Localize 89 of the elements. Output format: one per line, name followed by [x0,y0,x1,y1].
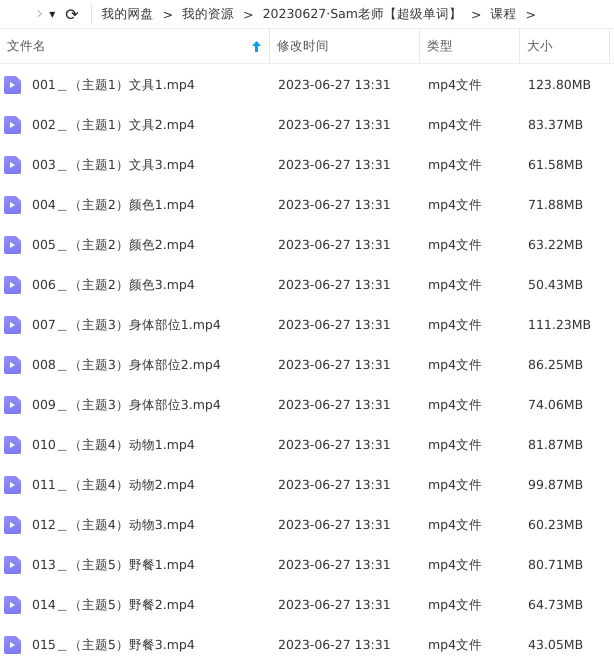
dropdown-icon[interactable]: ▾ [49,7,56,21]
modified-date: 2023-06-27 13:31 [278,557,391,572]
refresh-icon[interactable]: ⟳ [65,4,79,24]
file-name[interactable]: 010＿（主题4）动物1.mp4 [32,436,195,454]
video-file-icon [4,356,21,374]
modified-date: 2023-06-27 13:31 [278,77,391,92]
modified-date: 2023-06-27 13:31 [278,517,391,532]
video-file-icon [4,396,21,414]
column-header[interactable]: 类型 [420,29,520,63]
video-file-icon [4,156,21,174]
file-type: mp4文件 [428,236,482,252]
file-size: 123.80MB [528,77,592,92]
file-name[interactable]: 014＿（主题5）野餐2.mp4 [32,596,195,614]
file-size: 111.23MB [528,317,592,332]
video-file-icon [4,236,21,254]
video-file-icon [4,436,21,454]
breadcrumb-item[interactable]: 我的资源 [182,6,234,22]
video-file-icon [4,196,21,214]
file-size: 61.58MB [528,157,584,172]
column-header[interactable]: 文件名 [0,29,270,63]
file-name[interactable]: 004＿（主题2）颜色1.mp4 [32,196,195,214]
breadcrumb-separator: > [525,6,536,22]
breadcrumb-separator: > [243,6,254,22]
modified-date: 2023-06-27 13:31 [278,397,391,412]
file-size: 71.88MB [528,197,584,212]
breadcrumb-item[interactable]: 课程 [490,6,516,22]
file-name[interactable]: 007＿（主题3）身体部位1.mp4 [32,316,221,334]
modified-date: 2023-06-27 13:31 [278,437,391,452]
file-name[interactable]: 011＿（主题4）动物2.mp4 [32,476,195,494]
file-name[interactable]: 009＿（主题3）身体部位3.mp4 [32,396,221,414]
file-type: mp4文件 [428,516,482,532]
file-size: 81.87MB [528,437,584,452]
video-file-icon [4,596,21,614]
file-type: mp4文件 [428,356,482,372]
file-name[interactable]: 015＿（主题5）野餐3.mp4 [32,636,195,654]
video-file-icon [4,116,21,134]
file-type: mp4文件 [428,396,482,412]
file-name[interactable]: 003＿（主题1）文具3.mp4 [32,156,195,174]
file-type: mp4文件 [428,436,482,452]
file-size: 83.37MB [528,117,584,132]
file-size: 99.87MB [528,477,584,492]
column-header[interactable]: 修改时间 [270,29,420,63]
file-type: mp4文件 [428,596,482,612]
column-header[interactable]: 大小 [520,29,610,63]
file-name[interactable]: 006＿（主题2）颜色3.mp4 [32,276,195,294]
modified-date: 2023-06-27 13:31 [278,117,391,132]
modified-date: 2023-06-27 13:31 [278,637,391,652]
breadcrumb-separator: > [470,6,482,22]
file-name[interactable]: 002＿（主题1）文具2.mp4 [32,116,195,134]
video-file-icon [4,316,21,334]
file-name[interactable]: 001＿（主题1）文具1.mp4 [32,76,195,94]
file-size: 64.73MB [528,597,584,612]
modified-date: 2023-06-27 13:31 [278,277,391,292]
file-type: mp4文件 [428,316,482,332]
video-file-icon [4,636,21,654]
breadcrumb-item[interactable]: 我的网盘 [102,6,154,22]
breadcrumb-separator: > [162,6,174,22]
modified-date: 2023-06-27 13:31 [278,317,391,332]
modified-date: 2023-06-27 13:31 [278,197,391,212]
file-name[interactable]: 012＿（主题4）动物3.mp4 [32,516,195,534]
file-name[interactable]: 008＿（主题3）身体部位2.mp4 [32,356,221,374]
video-file-icon [4,76,21,94]
modified-date: 2023-06-27 13:31 [278,237,391,252]
file-type: mp4文件 [428,116,482,132]
breadcrumb-item[interactable]: 20230627·Sam老师【超级单词】 [262,6,462,22]
file-size: 43.05MB [528,637,584,652]
file-size: 74.06MB [528,397,584,412]
file-type: mp4文件 [428,156,482,172]
modified-date: 2023-06-27 13:31 [278,477,391,492]
file-name[interactable]: 005＿（主题2）颜色2.mp4 [32,236,195,254]
video-file-icon [4,476,21,494]
file-type: mp4文件 [428,476,482,492]
file-size: 50.43MB [528,277,584,292]
video-file-icon [4,556,21,574]
file-name[interactable]: 013＿（主题5）野餐1.mp4 [32,556,195,574]
modified-date: 2023-06-27 13:31 [278,597,391,612]
modified-date: 2023-06-27 13:31 [278,157,391,172]
file-type: mp4文件 [428,636,482,652]
file-size: 60.23MB [528,517,584,532]
file-size: 86.25MB [528,357,584,372]
file-size: 80.71MB [528,557,584,572]
video-file-icon [4,516,21,534]
video-file-icon [4,276,21,294]
file-type: mp4文件 [428,556,482,572]
file-type: mp4文件 [428,196,482,212]
file-type: mp4文件 [428,276,482,292]
file-type: mp4文件 [428,76,482,92]
modified-date: 2023-06-27 13:31 [278,357,391,372]
file-size: 63.22MB [528,237,584,252]
